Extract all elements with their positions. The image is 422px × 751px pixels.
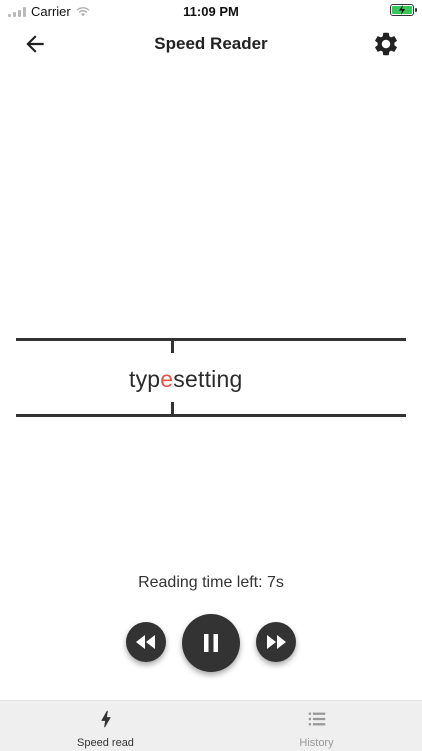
tab-label: History [299, 737, 334, 749]
current-word: typesetting [129, 366, 242, 393]
pause-icon [204, 634, 218, 652]
word-pivot-letter: e [160, 366, 174, 392]
fast-forward-icon [267, 635, 286, 649]
fast-forward-button[interactable] [256, 622, 296, 662]
rewind-button[interactable] [126, 622, 166, 662]
tab-bar: Speed read History [0, 700, 422, 751]
lightning-icon [100, 710, 111, 728]
top-guide-line [16, 338, 406, 341]
tab-history[interactable]: History [211, 701, 422, 751]
word-after-pivot: setting [173, 366, 243, 392]
pause-button[interactable] [182, 614, 240, 672]
word-before-pivot: typ [129, 366, 161, 392]
top-focus-tick [171, 341, 174, 353]
status-bar: Carrier 11:09 PM [0, 0, 422, 22]
reading-time-left: Reading time left: 7s [138, 574, 284, 591]
tab-label: Speed read [77, 737, 134, 749]
tab-speed-read[interactable]: Speed read [0, 701, 211, 751]
word-display: typesetting [16, 338, 406, 420]
rewind-icon [136, 635, 155, 649]
status-time: 11:09 PM [183, 4, 239, 19]
navigation-bar: Speed Reader [0, 22, 422, 66]
list-icon [308, 712, 325, 726]
bottom-guide-line [16, 414, 406, 417]
bottom-focus-tick [171, 402, 174, 414]
gear-icon[interactable] [372, 30, 400, 58]
battery-charging-icon [390, 4, 417, 16]
page-title: Speed Reader [154, 34, 268, 53]
